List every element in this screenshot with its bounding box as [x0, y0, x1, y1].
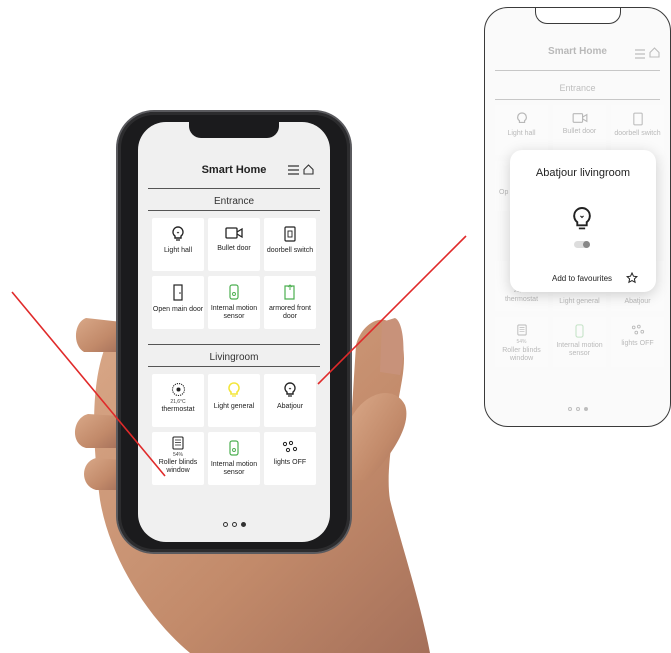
entrance-grid: Light hall Bullet door doorbell switch O…	[152, 218, 316, 329]
tile-light-general[interactable]: Light general	[208, 374, 260, 427]
tile-label: Bullet door	[562, 128, 597, 135]
star-icon[interactable]	[625, 271, 639, 289]
thermostat-value: 21,6°C	[170, 399, 186, 405]
tile-label: Internal motion sensor	[556, 342, 603, 357]
section-title-entrance: Entrance	[559, 83, 596, 93]
tile-label: Light general	[559, 298, 600, 305]
tile-label: Bullet door	[217, 245, 251, 252]
power-toggle[interactable]	[574, 241, 590, 248]
add-to-favourites-link[interactable]: Add to favourites	[552, 274, 612, 283]
tile-label: Abatjour	[624, 298, 651, 305]
lights-group-icon	[282, 440, 298, 454]
livingroom-grid: 21,6°C thermostat Light general Abatjour	[152, 374, 316, 485]
tile-label: Roller blinds window	[158, 459, 198, 474]
bg-tile-bullet-door: Bullet door	[553, 105, 606, 155]
page-dot[interactable]	[222, 522, 228, 527]
section-title-livingroom: Livingroom	[209, 352, 259, 363]
blinds-icon	[172, 436, 184, 450]
tile-label: Light general	[213, 403, 255, 410]
tile-label: doorbell switch	[614, 130, 661, 137]
tile-roller-blinds[interactable]: 54% Roller blinds window	[152, 432, 204, 485]
phone-screen: Smart Home Entrance Light hall Bullet do…	[138, 122, 330, 542]
camera-icon	[572, 113, 587, 123]
livingroom-divider	[148, 366, 320, 367]
section-title-entrance: Entrance	[213, 196, 255, 207]
switch-icon	[284, 226, 296, 242]
menu-icon[interactable]	[288, 162, 299, 180]
phone-notch	[534, 8, 621, 24]
tile-bullet-door[interactable]: Bullet door	[208, 218, 260, 271]
tile-label: armored front door	[268, 305, 312, 320]
phone-notch	[189, 122, 279, 138]
blinds-value: 54%	[516, 339, 527, 345]
bg-tile-light-hall: Light hall	[495, 105, 548, 155]
device-popup: Abatjour livingroom Add to favourites	[510, 150, 656, 292]
tile-light-hall[interactable]: Light hall	[152, 218, 204, 271]
blinds-value: 54%	[172, 452, 183, 458]
door-icon	[172, 284, 184, 301]
tile-label: Op	[499, 189, 509, 196]
tile-label: Roller blinds window	[502, 347, 541, 362]
tile-label: Light hall	[163, 247, 193, 254]
page-dot[interactable]	[231, 522, 237, 527]
tile-thermostat[interactable]: 21,6°C thermostat	[152, 374, 204, 427]
camera-icon	[225, 226, 243, 240]
bulb-icon	[283, 382, 297, 398]
bg-tile-blinds: 54% Roller blinds window	[495, 317, 548, 367]
bg-tile-lights-off: lights OFF	[611, 317, 664, 367]
entrance-divider	[148, 210, 320, 211]
door-open-icon	[283, 284, 297, 300]
page-indicator[interactable]	[138, 514, 330, 532]
blinds-icon	[516, 324, 527, 336]
entrance-divider	[495, 99, 660, 100]
tile-doorbell-switch[interactable]: doorbell switch	[264, 218, 316, 271]
page-indicator	[485, 398, 670, 416]
tile-internal-motion-sensor[interactable]: Internal motion sensor	[208, 276, 260, 329]
tile-label: lights OFF	[273, 459, 307, 466]
app-header: Smart Home	[138, 160, 330, 184]
switch-icon	[632, 112, 643, 126]
tile-armored-front-door[interactable]: armored front door	[264, 276, 316, 329]
page-dot-active[interactable]	[240, 522, 246, 527]
home-icon[interactable]	[303, 162, 314, 180]
tile-label: Internal motion sensor	[210, 305, 258, 320]
popup-title: Abatjour livingroom	[535, 167, 631, 179]
thermostat-icon	[171, 382, 186, 397]
bg-tile-doorbell: doorbell switch	[611, 105, 664, 155]
tile-label: Internal motion sensor	[210, 461, 258, 476]
home-icon	[649, 45, 660, 63]
motion-sensor-icon	[575, 324, 584, 338]
header-divider	[495, 70, 660, 71]
bulb-icon	[516, 112, 527, 124]
tile-label: Abatjour	[276, 403, 304, 410]
motion-sensor-icon	[229, 284, 239, 300]
header-divider	[148, 188, 320, 189]
tile-label: thermostat	[504, 296, 539, 303]
menu-icon	[635, 46, 645, 64]
lights-group-icon	[631, 324, 644, 335]
tile-label: thermostat	[161, 406, 195, 413]
tile-label: lights OFF	[621, 340, 654, 347]
main-phone: Smart Home Entrance Light hall Bullet do…	[118, 112, 350, 552]
motion-sensor-icon	[229, 440, 239, 456]
tile-label: doorbell switch	[266, 247, 314, 254]
bg-tile-motion: Internal motion sensor	[553, 317, 606, 367]
tile-label: Open main door	[152, 306, 204, 313]
tile-open-main-door[interactable]: Open main door	[152, 276, 204, 329]
tile-abatjour[interactable]: Abatjour	[264, 374, 316, 427]
tile-internal-motion-sensor-living[interactable]: Internal motion sensor	[208, 432, 260, 485]
bulb-icon	[571, 206, 593, 237]
tile-lights-off[interactable]: lights OFF	[264, 432, 316, 485]
livingroom-top-divider	[148, 344, 320, 345]
tile-label: Light hall	[507, 130, 536, 137]
bulb-icon	[171, 226, 185, 242]
bulb-on-icon	[227, 382, 241, 398]
